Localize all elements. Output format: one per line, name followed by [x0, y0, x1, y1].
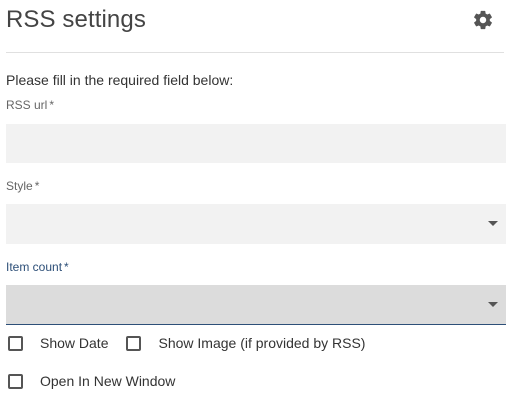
checkbox-row-1: Show Date Show Image (if provided by RSS…: [6, 335, 381, 351]
checkbox-box[interactable]: [8, 335, 23, 351]
gear-icon[interactable]: [472, 9, 494, 31]
style-label: Style *: [6, 179, 40, 193]
chevron-down-icon: [488, 221, 498, 226]
show-date-label: Show Date: [40, 335, 109, 351]
rss-url-input[interactable]: [6, 124, 506, 163]
required-mark: *: [34, 179, 40, 193]
page-title: RSS settings: [6, 6, 146, 33]
open-new-window-label: Open In New Window: [40, 373, 176, 389]
checkbox-box[interactable]: [126, 335, 142, 351]
show-image-checkbox[interactable]: Show Image (if provided by RSS): [124, 335, 365, 351]
chevron-down-icon: [488, 302, 498, 307]
style-select[interactable]: [6, 204, 506, 244]
form-intro-text: Please fill in the required field below:: [6, 72, 234, 88]
required-mark: *: [49, 98, 55, 112]
rss-url-label: RSS url *: [6, 98, 55, 112]
item-count-select[interactable]: [6, 285, 506, 325]
show-date-checkbox[interactable]: Show Date: [6, 335, 108, 351]
rss-settings-panel: RSS settings Please fill in the required…: [0, 0, 510, 400]
item-count-label: Item count *: [6, 260, 69, 274]
required-mark: *: [64, 260, 69, 274]
checkbox-box[interactable]: [8, 373, 23, 389]
show-image-label: Show Image (if provided by RSS): [158, 335, 366, 351]
panel-header: RSS settings: [6, 0, 504, 53]
checkbox-row-2: Open In New Window: [6, 373, 191, 389]
open-new-window-checkbox[interactable]: Open In New Window: [6, 373, 175, 389]
